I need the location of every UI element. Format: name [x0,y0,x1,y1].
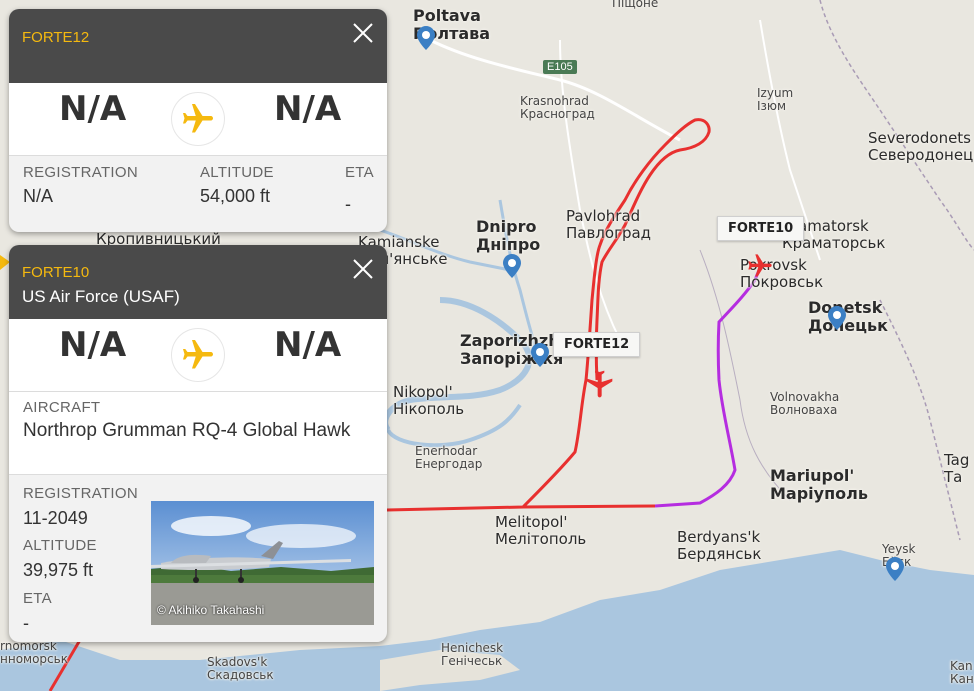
city-melitopol: Melitopol' Мелітополь [495,513,587,548]
details-section: REGISTRATION N/A ALTITUDE 54,000 ft ETA … [9,156,387,232]
registration-label: REGISTRATION [23,485,138,502]
airport-pin-icon[interactable] [417,26,435,50]
close-icon[interactable] [352,258,374,280]
aircraft-marker-forte10-icon[interactable] [746,252,774,280]
aircraft-value: Northrop Grumman RQ-4 Global Hawk [23,420,351,441]
city-nikopol: Nikopol' Нікополь [393,383,465,418]
registration-label: REGISTRATION [23,164,138,181]
airport-pin-icon[interactable] [531,343,549,367]
route-section: N/A N/A [9,319,387,392]
eta-label: ETA [23,590,52,607]
eta-value: - [345,194,351,214]
panel-header: FORTE10 US Air Force (USAF) [9,245,387,319]
aircraft-label: AIRCRAFT [23,399,101,416]
aircraft-marker-forte12-icon[interactable] [583,368,615,400]
city-severodonets: SeverodonetsСеверодонецьк [868,129,974,164]
callsign: FORTE12 [22,29,90,46]
callsign: FORTE10 [22,264,90,281]
city-mariupol: Mariupol' Маріуполь [770,466,868,503]
city-donetsk: Donetsk Донецьк [808,298,888,335]
registration-value: 11-2049 [23,508,88,528]
city-skadovsk: Skadovs'k Скадовськ [207,655,274,683]
origin-airport: N/A [59,325,127,365]
airport-pin-icon[interactable] [503,254,521,278]
airport-pin-icon[interactable] [886,557,904,581]
panel-header: FORTE12 [9,9,387,83]
route-plane-icon [172,93,224,145]
destination-airport: N/A [274,325,342,365]
airline-name: US Air Force (USAF) [22,287,180,306]
photo-credit: © Akihiko Takahashi [157,603,265,617]
route-section: N/A N/A [9,83,387,156]
road-label-e105: E105 [543,60,577,74]
city-kan: Kan Кан [950,659,974,687]
destination-airport: N/A [274,89,342,129]
eta-value: - [23,613,29,633]
airport-pin-icon[interactable] [828,306,846,330]
registration-value: N/A [23,186,54,206]
altitude-value: 54,000 ft [200,186,271,206]
city-chornomorsk: rnomorsk нноморськ [0,639,68,667]
flight-tag-forte10[interactable]: FORTE10 [717,216,805,241]
close-icon[interactable] [352,22,374,44]
flight-panel-forte12: FORTE12 N/A N/A REGISTRATION N/A ALTITUD… [9,9,387,232]
city-pischone: Піщоне [612,0,659,10]
city-berdyansk: Berdyans'k Бердянськ [677,528,762,563]
origin-airport: N/A [59,89,127,129]
city-pavlohrad: Pavlohrad Павлоград [566,207,652,242]
forte10-track-low [522,504,656,509]
eta-label: ETA [345,164,374,181]
altitude-label: ALTITUDE [23,537,97,554]
details-section: REGISTRATION 11-2049 ALTITUDE 39,975 ft … [9,475,387,642]
city-tag: Tag Тa [944,451,970,486]
flight-tag-forte12[interactable]: FORTE12 [553,332,641,357]
aircraft-photo[interactable]: © Akihiko Takahashi [151,501,374,625]
altitude-label: ALTITUDE [200,164,274,181]
city-dnipro: Dnipro Дніпро [476,217,541,254]
flight-panel-forte10: FORTE10 US Air Force (USAF) N/A N/A AIRC… [9,245,387,642]
altitude-value: 39,975 ft [23,560,94,580]
city-izyum: Izyum Ізюм [757,86,794,114]
city-henichesk: Henichesk Генічеськ [441,641,504,669]
route-plane-icon [172,329,224,381]
city-enerhodar: Enerhodar Енергодар [415,444,483,472]
city-volnovakha: Volnovakha Волноваха [770,390,840,418]
city-krasnohrad: Krasnohrad Красноград [520,94,595,122]
aircraft-section: AIRCRAFT Northrop Grumman RQ-4 Global Ha… [9,392,387,475]
